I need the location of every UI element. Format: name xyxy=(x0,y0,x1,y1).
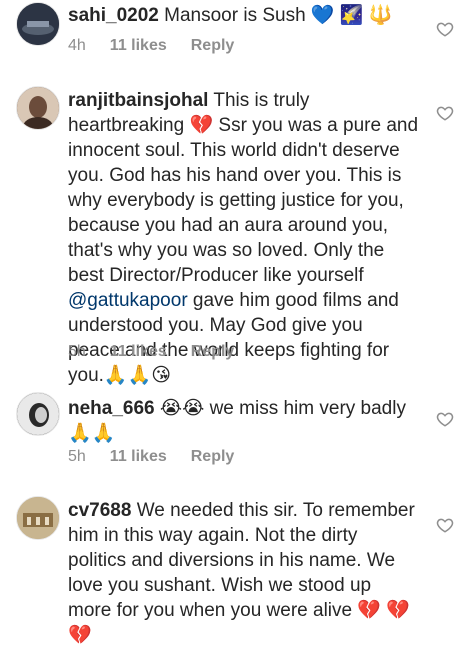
reply-button[interactable]: Reply xyxy=(191,447,235,467)
comment-username[interactable]: ranjitbainsjohal xyxy=(68,90,208,111)
heart-outline-icon[interactable] xyxy=(436,410,454,428)
comment-likes[interactable]: 11 likes xyxy=(110,36,167,56)
mention-link[interactable]: @gattukapoor xyxy=(68,290,188,311)
comment-text: This is truly heartbreaking 💔 Ssr you wa… xyxy=(68,90,419,286)
comment-time[interactable]: 5h xyxy=(68,342,86,362)
heart-outline-icon[interactable] xyxy=(436,104,454,122)
comment-text: Mansoor is Sush 💙 🌠 🔱 xyxy=(164,5,393,26)
comment-likes[interactable]: 11 likes xyxy=(110,342,167,362)
reply-button[interactable]: Reply xyxy=(191,36,235,56)
comment-time[interactable]: 4h xyxy=(68,36,86,56)
comment-username[interactable]: sahi_0202 xyxy=(68,5,159,26)
comment-time[interactable]: 5h xyxy=(68,447,86,467)
avatar[interactable] xyxy=(16,86,60,130)
comment-username[interactable]: cv7688 xyxy=(68,500,131,521)
comment-username[interactable]: neha_666 xyxy=(68,398,155,419)
avatar[interactable] xyxy=(16,392,60,436)
comment-text: We needed this sir. To remember him in t… xyxy=(68,500,415,646)
avatar[interactable] xyxy=(16,496,60,540)
reply-button[interactable]: Reply xyxy=(191,342,235,362)
heart-outline-icon[interactable] xyxy=(436,20,454,38)
comment-likes[interactable]: 11 likes xyxy=(110,447,167,467)
heart-outline-icon[interactable] xyxy=(436,516,454,534)
avatar[interactable] xyxy=(16,2,60,46)
